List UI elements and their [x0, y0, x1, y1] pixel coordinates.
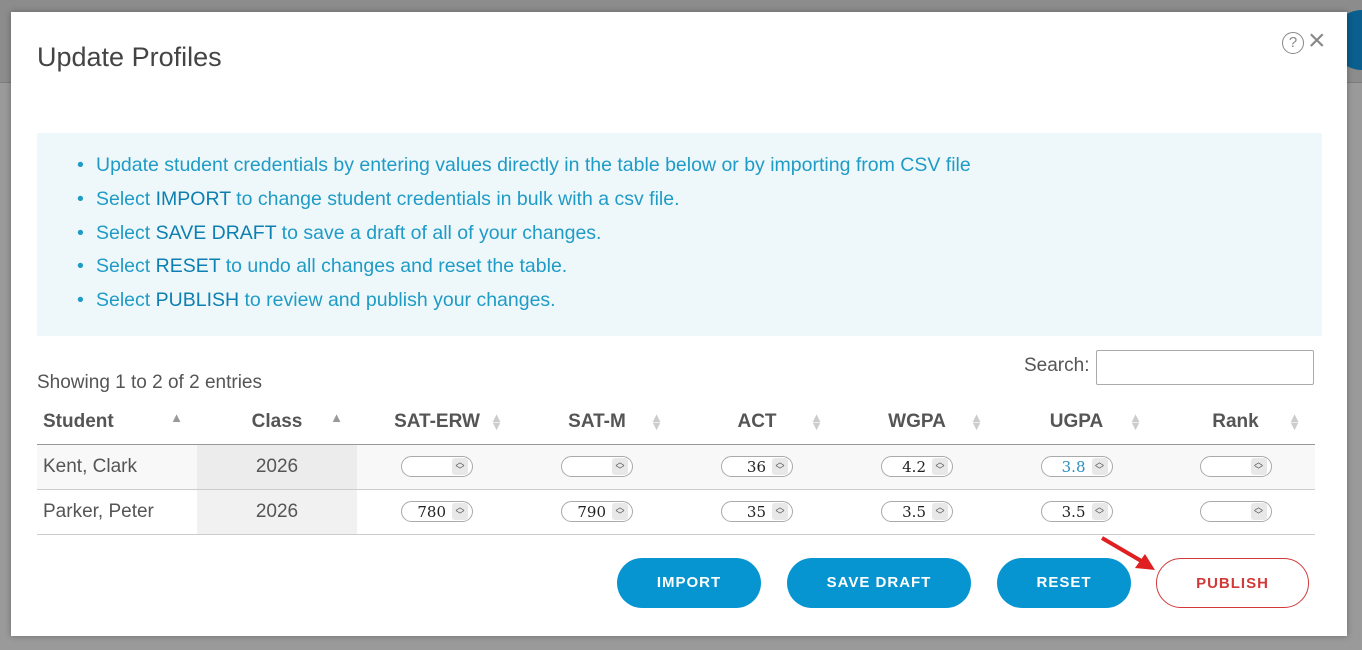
column-header-act[interactable]: ACT ▲ ▼	[677, 400, 837, 445]
spinner-icon[interactable]: ︿ ﹀	[1091, 503, 1108, 521]
instruction-item: Update student credentials by entering v…	[77, 149, 1322, 183]
spinner-icon[interactable]: ︿ ﹀	[612, 458, 628, 476]
column-header-ugpa[interactable]: UGPA ▲ ▼	[997, 400, 1156, 445]
column-header-sat-m[interactable]: SAT-M ▲ ▼	[517, 400, 677, 445]
sat-m-input[interactable]: ︿ ﹀	[561, 456, 633, 478]
spinner-icon[interactable]: ︿ ﹀	[1250, 458, 1267, 476]
sat-erw-input[interactable]: 780 ︿ ﹀	[401, 501, 473, 523]
class-year: 2026	[197, 444, 357, 490]
sort-icon: ▲ ▼	[810, 410, 823, 433]
ugpa-input[interactable]: 3.5 ︿ ﹀	[1040, 501, 1113, 523]
modal-title: Update Profiles	[37, 42, 222, 72]
publish-button[interactable]: PUBLISH	[1156, 558, 1309, 608]
spinner-icon[interactable]: ︿ ﹀	[1250, 503, 1267, 521]
spinner-icon[interactable]: ︿ ﹀	[452, 458, 468, 476]
help-icon[interactable]: ?	[1282, 32, 1304, 54]
annotation-arrow-icon	[1100, 536, 1155, 570]
spinner-icon[interactable]: ︿ ﹀	[772, 503, 788, 521]
wgpa-input[interactable]: 4.2 ︿ ﹀	[881, 456, 953, 478]
spinner-icon[interactable]: ︿ ﹀	[772, 458, 788, 476]
spinner-icon[interactable]: ︿ ﹀	[612, 503, 628, 521]
sort-icon: ▲	[170, 410, 183, 425]
sort-icon: ▲ ▼	[650, 410, 663, 433]
instruction-item: Select SAVE DRAFT to save a draft of all…	[77, 217, 1322, 251]
spinner-icon[interactable]: ︿ ﹀	[932, 503, 948, 521]
act-input[interactable]: 35 ︿ ﹀	[721, 501, 793, 523]
rank-input[interactable]: ︿ ﹀	[1199, 501, 1272, 523]
import-button[interactable]: IMPORT	[617, 558, 761, 608]
act-input[interactable]: 36 ︿ ﹀	[721, 456, 793, 478]
close-icon[interactable]: ×	[1308, 26, 1326, 56]
instructions-box: Update student credentials by entering v…	[37, 133, 1322, 336]
sort-icon: ▲	[330, 410, 343, 425]
student-name: Kent, Clark	[37, 444, 197, 490]
instruction-item: Select PUBLISH to review and publish you…	[77, 284, 1322, 318]
search-label: Search:	[1024, 355, 1090, 376]
sat-erw-input[interactable]: ︿ ﹀	[401, 456, 473, 478]
column-header-class[interactable]: Class ▲	[197, 400, 357, 445]
wgpa-input[interactable]: 3.5 ︿ ﹀	[881, 501, 953, 523]
sat-m-input[interactable]: 790 ︿ ﹀	[561, 501, 633, 523]
sort-icon: ▲ ▼	[1288, 410, 1301, 433]
sort-icon: ▲ ▼	[970, 410, 983, 433]
spinner-icon[interactable]: ︿ ﹀	[452, 503, 468, 521]
column-header-sat-erw[interactable]: SAT-ERW ▲ ▼	[357, 400, 517, 445]
update-profiles-modal: Update Profiles ? × Update student crede…	[11, 12, 1347, 636]
column-header-student[interactable]: Student ▲	[37, 400, 197, 445]
student-name: Parker, Peter	[37, 489, 197, 535]
sort-icon: ▲ ▼	[1129, 410, 1142, 433]
save-draft-button[interactable]: SAVE DRAFT	[787, 558, 971, 608]
credentials-table: Student ▲ Class ▲ SAT-ERW ▲ ▼ SAT-M ▲ ▼ ACT ▲ ▼ …	[37, 400, 1315, 535]
ugpa-input[interactable]: 3.8 ︿ ﹀	[1040, 456, 1113, 478]
instruction-item: Select IMPORT to change student credenti…	[77, 183, 1322, 217]
entries-info: Showing 1 to 2 of 2 entries	[37, 372, 262, 393]
class-year: 2026	[197, 489, 357, 535]
search-input[interactable]	[1096, 350, 1314, 385]
sort-icon: ▲ ▼	[490, 410, 503, 433]
table-row: Kent, Clark 2026 ︿ ﹀ ︿ ﹀ 36 ︿ ﹀ 4.2 ︿ ﹀ 3.8 ︿ ﹀ …	[37, 444, 1315, 490]
rank-input[interactable]: ︿ ﹀	[1199, 456, 1272, 478]
table-row: Parker, Peter 2026 780 ︿ ﹀ 790 ︿ ﹀ 35 ︿ ﹀ 3.5 ︿…	[37, 489, 1315, 535]
spinner-icon[interactable]: ︿ ﹀	[932, 458, 948, 476]
column-header-wgpa[interactable]: WGPA ▲ ▼	[837, 400, 997, 445]
spinner-icon[interactable]: ︿ ﹀	[1091, 458, 1108, 476]
instruction-item: Select RESET to undo all changes and res…	[77, 250, 1322, 284]
column-header-rank[interactable]: Rank ▲ ▼	[1156, 400, 1315, 445]
